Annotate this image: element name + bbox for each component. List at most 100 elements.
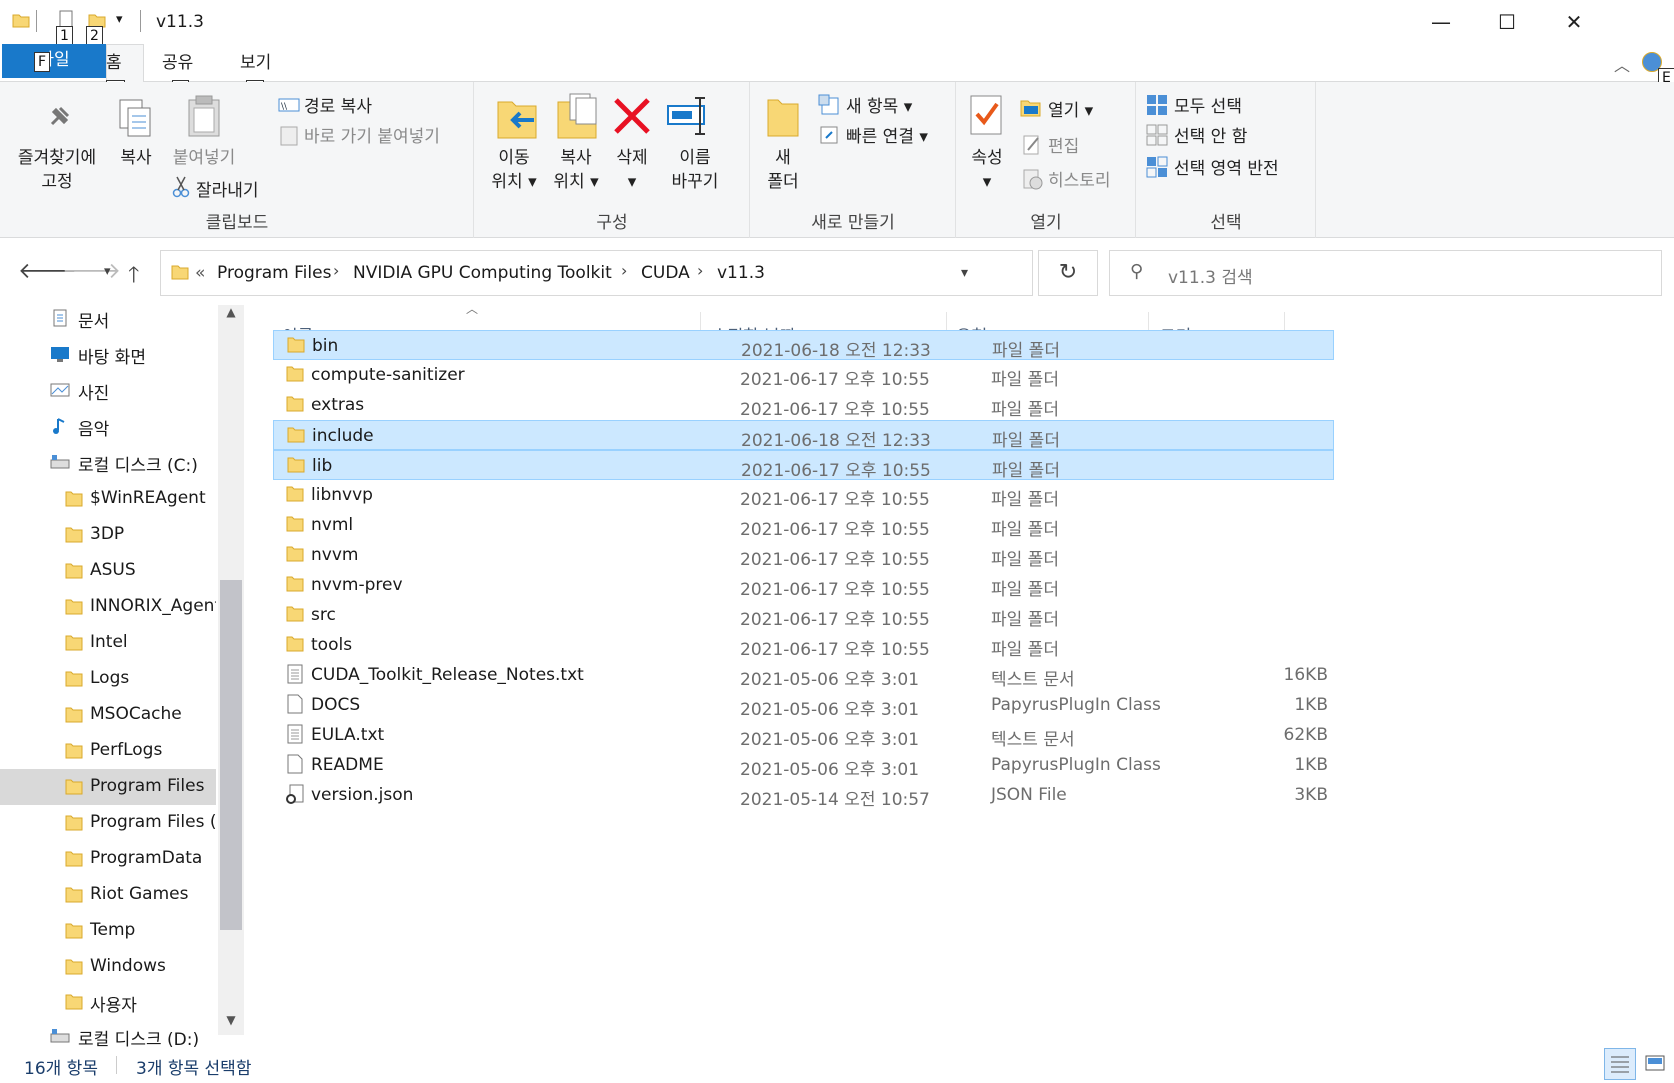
close-button[interactable]: ✕ [1541,0,1607,44]
nav-item[interactable]: Logs [0,661,216,697]
pin-to-quick-access-button[interactable]: 즐겨찾기에 고정 [10,146,104,194]
nav-item[interactable]: 사진 [0,372,216,408]
nav-item[interactable]: ProgramData [0,841,216,877]
nav-item[interactable]: ASUS [0,553,216,589]
select-all-button[interactable]: 모두 선택 [1174,92,1242,117]
collapse-ribbon-icon[interactable]: ︿ [1614,52,1630,76]
file-type: 파일 폴더 [991,370,1059,390]
file-name: nvml [311,515,354,535]
nav-item[interactable]: 사용자 [0,984,216,1020]
separator [36,10,37,32]
select-none-button[interactable]: 선택 안 함 [1174,122,1247,147]
nav-item-label: ProgramData [90,848,203,868]
file-row[interactable]: DOCS 2021-05-06 오후 3:01 PapyrusPlugIn Clas… [273,690,1334,720]
large-icons-view-button[interactable] [1640,1048,1672,1080]
tab-home-label[interactable]: 홈 [106,48,122,73]
chevron-right-icon[interactable]: › [333,261,339,280]
nav-item[interactable]: MSOCache [0,697,216,733]
nav-item-label: Logs [90,668,130,688]
file-row[interactable]: CUDA_Toolkit_Release_Notes.txt 2021-05-06… [273,660,1334,690]
nav-item[interactable]: 3DP [0,517,216,553]
file-row[interactable]: bin 2021-06-18 오전 12:33 파일 폴더 [273,330,1334,361]
file-row[interactable]: lib 2021-06-17 오후 10:55 파일 폴더 [273,450,1334,481]
nav-item[interactable]: Program Files (x86) [0,805,216,841]
cut-button[interactable]: 잘라내기 [196,176,259,201]
invert-selection-button[interactable]: 선택 영역 반전 [1174,154,1279,179]
breadcrumb-program-files[interactable]: Program Files [217,263,331,283]
up-button[interactable]: 🡑 [128,258,139,296]
sort-ascending-icon: ︿ [466,302,479,316]
chevron-right-icon[interactable]: › [621,261,627,280]
file-row[interactable]: libnvvp 2021-06-17 오후 10:55 파일 폴더 [273,480,1334,510]
edit-icon [1023,135,1039,155]
nav-item[interactable]: 로컬 디스크 (D:) [0,1018,216,1054]
address-bar[interactable]: « Program Files › NVIDIA GPU Computing T… [160,250,1033,296]
chevron-right-icon[interactable]: › [697,261,703,280]
file-row[interactable]: nvvm 2021-06-17 오후 10:55 파일 폴더 [273,540,1334,570]
minimize-button[interactable]: — [1408,0,1474,44]
move-to-button[interactable]: 이동 위치 ▾ [484,146,544,194]
tab-share[interactable]: 공유 [162,48,193,73]
edit-button[interactable]: 편집 [1048,132,1079,157]
nav-item[interactable]: Intel [0,625,216,661]
breadcrumb-overflow[interactable]: « [195,263,205,283]
tab-file[interactable]: 파일 [2,44,106,78]
large-icons-view-icon [1645,1055,1665,1071]
new-item-button[interactable]: 새 항목 ▾ [846,92,912,117]
file-row[interactable]: tools 2021-06-17 오후 10:55 파일 폴더 [273,630,1334,660]
copy-path-button[interactable]: 경로 복사 [304,92,372,117]
forward-button[interactable]: 🡒 [62,258,121,284]
file-row[interactable]: compute-sanitizer 2021-06-17 오후 10:55 파일 폴… [273,360,1334,390]
file-row[interactable]: EULA.txt 2021-05-06 오후 3:01 텍스트 문서 62KB [273,720,1334,750]
open-button[interactable]: 열기 ▾ [1048,96,1093,121]
nav-item[interactable]: Riot Games [0,877,216,913]
nav-item[interactable]: Temp [0,913,216,949]
maximize-button[interactable]: ☐ [1474,0,1540,44]
nav-item-label: 로컬 디스크 (C:) [78,456,198,476]
nav-item[interactable]: 음악 [0,408,216,444]
nav-scrollbar-thumb[interactable] [220,580,242,930]
details-view-button[interactable] [1604,1048,1636,1080]
paste-button[interactable]: 붙여넣기 [166,146,242,170]
nav-item[interactable]: 바탕 화면 [0,336,216,372]
search-input[interactable]: ⚲ v11.3 검색 [1109,250,1662,296]
nav-item[interactable]: Program Files [0,769,216,805]
scroll-up-icon[interactable]: ▲ [220,305,242,327]
breadcrumb-cuda[interactable]: CUDA [641,263,690,283]
recent-locations-button[interactable]: ▾ [104,264,111,279]
properties-button[interactable]: 속성 ▾ [958,146,1016,194]
scroll-down-icon[interactable]: ▼ [220,1013,242,1035]
nav-item[interactable]: 로컬 디스크 (C:) [0,444,216,480]
nav-item[interactable]: Windows [0,949,216,985]
customize-quick-access-icon[interactable]: ▾ [116,12,123,27]
file-row[interactable]: extras 2021-06-17 오후 10:55 파일 폴더 [273,390,1334,420]
copy-button[interactable]: 복사 [112,146,160,170]
file-row[interactable]: nvvm-prev 2021-06-17 오후 10:55 파일 폴더 [273,570,1334,600]
refresh-button[interactable]: ↻ [1038,250,1098,296]
copy-to-button[interactable]: 복사 위치 ▾ [546,146,606,194]
file-row[interactable]: README 2021-05-06 오후 3:01 PapyrusPlugIn Cl… [273,750,1334,780]
paste-shortcut-button[interactable]: 바로 가기 붙여넣기 [304,122,440,147]
tab-view[interactable]: 보기 [240,48,271,73]
file-row[interactable]: include 2021-06-18 오전 12:33 파일 폴더 [273,420,1334,451]
nav-item[interactable]: PerfLogs [0,733,216,769]
breadcrumb-nvidia-toolkit[interactable]: NVIDIA GPU Computing Toolkit [353,263,612,283]
easy-access-button[interactable]: 빠른 연결 ▾ [846,122,928,147]
nav-item[interactable]: $WinREAgent [0,481,216,517]
nav-item[interactable]: 문서 [0,300,216,336]
nav-item[interactable]: INNORIX_Agent [0,589,216,625]
delete-button[interactable]: 삭제 ▾ [604,146,660,194]
rename-label-2: 바꾸기 [671,172,719,192]
file-row[interactable]: src 2021-06-17 오후 10:55 파일 폴더 [273,600,1334,630]
folder-icon [65,994,83,1010]
address-history-dropdown-icon[interactable]: ▾ [961,265,968,281]
folder-icon [287,427,305,443]
rename-button[interactable]: 이름 바꾸기 [660,146,730,194]
file-row[interactable]: nvml 2021-06-17 오후 10:55 파일 폴더 [273,510,1334,540]
new-folder-button[interactable]: 새 폴더 [758,146,808,194]
folder-icon[interactable] [12,12,30,28]
history-button[interactable]: 히스토리 [1048,166,1111,191]
breadcrumb-v11-3[interactable]: v11.3 [717,263,765,283]
details-view-icon [1611,1056,1629,1073]
file-row[interactable]: version.json 2021-05-14 오전 10:57 JSON File… [273,780,1334,810]
